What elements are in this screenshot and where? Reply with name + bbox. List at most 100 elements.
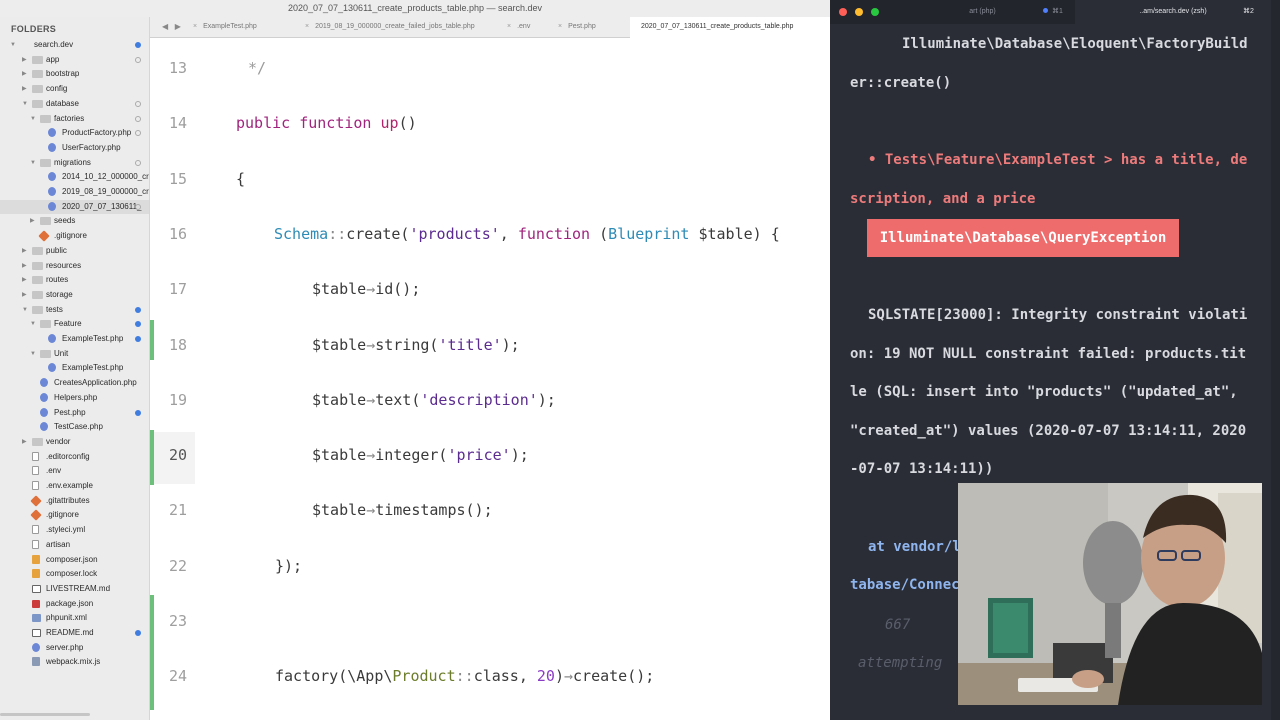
chevron-down-icon[interactable]: ▼ (30, 317, 36, 331)
sidebar-item[interactable]: ▼ tests (0, 303, 149, 317)
folder-icon (32, 276, 43, 285)
code-line[interactable]: $table→text('description'); (312, 391, 556, 409)
sidebar-item[interactable]: Helpers.php (0, 391, 149, 405)
sidebar-item[interactable]: ▼ Feature (0, 317, 149, 331)
sidebar-item[interactable]: ▼ database (0, 97, 149, 111)
close-tab-icon[interactable]: × (558, 23, 562, 30)
sidebar-item-label: LIVESTREAM.md (46, 583, 111, 593)
sidebar-item[interactable]: ▶ vendor (0, 435, 149, 449)
sidebar-item[interactable]: LIVESTREAM.md (0, 582, 149, 596)
status-ring-icon (135, 130, 141, 137)
sidebar-item[interactable]: 2014_10_12_000000_crea (0, 170, 149, 184)
minimize-icon[interactable] (855, 8, 863, 16)
sidebar-item[interactable]: ExampleTest.php (0, 332, 149, 346)
close-tab-icon[interactable]: × (193, 23, 197, 30)
sidebar-item[interactable]: server.php (0, 641, 149, 655)
sidebar-item[interactable]: ▶ storage (0, 288, 149, 302)
sidebar-item[interactable]: composer.lock (0, 567, 149, 581)
sidebar-item[interactable]: README.md (0, 626, 149, 640)
terminal-line: -07-07 13:14:11)) (850, 461, 994, 477)
sidebar-item[interactable]: ▼ Unit (0, 347, 149, 361)
editor-tab[interactable]: × 2019_08_19_000000_create_failed_jobs_ta… (305, 17, 505, 37)
sidebar-item[interactable]: 2019_08_19_000000_crea (0, 185, 149, 199)
sidebar-item-label: seeds (54, 216, 76, 226)
sidebar-item[interactable]: Pest.php (0, 406, 149, 420)
code-line[interactable]: { (236, 170, 245, 188)
close-tab-icon[interactable]: × (507, 23, 511, 30)
terminal-tab-2[interactable]: ..am/search.dev (zsh) (1075, 0, 1271, 24)
code-line[interactable]: $table→string('title'); (312, 336, 520, 354)
sidebar-item-label: factories (54, 113, 85, 123)
sidebar-item[interactable]: phpunit.xml (0, 611, 149, 625)
sidebar-item[interactable]: ▶ public (0, 244, 149, 258)
sidebar-item[interactable]: .gitignore (0, 229, 149, 243)
close-tab-icon[interactable]: × (305, 23, 309, 30)
chevron-down-icon[interactable]: ▼ (10, 38, 16, 52)
sidebar-item[interactable]: CreatesApplication.php (0, 376, 149, 390)
code-area[interactable]: */public function up(){Schema::create('p… (200, 37, 825, 720)
sidebar-item[interactable]: ExampleTest.php (0, 361, 149, 375)
chevron-down-icon[interactable]: ▼ (30, 112, 36, 126)
sidebar-item[interactable]: .gitattributes (0, 494, 149, 508)
sidebar-item[interactable]: ▼ search.dev (0, 38, 149, 52)
sidebar-item[interactable]: artisan (0, 538, 149, 552)
sidebar-item[interactable]: package.json (0, 597, 149, 611)
sidebar-item-label: Pest.php (54, 407, 86, 417)
code-line[interactable]: }); (275, 557, 302, 575)
sidebar-item[interactable]: ProductFactory.php (0, 126, 149, 140)
sidebar-item[interactable]: .env (0, 464, 149, 478)
sidebar-item[interactable]: webpack.mix.js (0, 655, 149, 669)
sidebar-item[interactable]: ▶ resources (0, 259, 149, 273)
sidebar-item[interactable]: .env.example (0, 479, 149, 493)
tab-nav-arrows[interactable]: ◀ ▶ (162, 17, 183, 37)
code-line[interactable]: $table→integer('price'); (312, 446, 529, 464)
close-icon[interactable] (839, 8, 847, 16)
code-line[interactable]: $table→id(); (312, 280, 420, 298)
sidebar-item[interactable]: .styleci.yml (0, 523, 149, 537)
chevron-down-icon[interactable]: ▼ (30, 347, 36, 361)
maximize-icon[interactable] (871, 8, 879, 16)
code-line[interactable]: $table→timestamps(); (312, 501, 493, 519)
sidebar-item[interactable]: UserFactory.php (0, 141, 149, 155)
code-line[interactable]: */ (248, 59, 266, 77)
sidebar-item[interactable]: ▶ bootstrap (0, 67, 149, 81)
chevron-right-icon[interactable]: ▶ (22, 273, 27, 287)
sidebar-item[interactable]: ▼ factories (0, 112, 149, 126)
chevron-right-icon[interactable]: ▶ (22, 259, 27, 273)
folder-icon (32, 437, 43, 446)
sidebar-item[interactable]: .editorconfig (0, 450, 149, 464)
editor-tab[interactable]: × .env (507, 17, 562, 37)
sidebar-item[interactable]: composer.json (0, 553, 149, 567)
chevron-down-icon[interactable]: ▼ (22, 303, 28, 317)
chevron-right-icon[interactable]: ▶ (22, 288, 27, 302)
sidebar-item[interactable]: ▶ config (0, 82, 149, 96)
exception-badge: Illuminate\Database\QueryException (867, 219, 1179, 257)
folder-icon (32, 85, 43, 94)
chevron-right-icon[interactable]: ▶ (22, 244, 27, 258)
sidebar-item[interactable]: TestCase.php (0, 420, 149, 434)
chevron-right-icon[interactable]: ▶ (30, 214, 35, 228)
sidebar-item[interactable]: ▶ app (0, 53, 149, 67)
chevron-down-icon[interactable]: ▼ (22, 97, 28, 111)
sidebar-item[interactable]: ▶ seeds (0, 214, 149, 228)
code-line[interactable]: public function up() (236, 114, 417, 132)
sidebar-item[interactable]: ▼ migrations (0, 156, 149, 170)
chevron-right-icon[interactable]: ▶ (22, 82, 27, 96)
editor-tab[interactable]: × ExampleTest.php (193, 17, 303, 37)
chevron-right-icon[interactable]: ▶ (22, 67, 27, 81)
editor-tab[interactable]: 2020_07_07_130611_create_products_table.… (630, 17, 841, 38)
sidebar-item[interactable]: 2020_07_07_130611_ (0, 199, 149, 214)
code-line[interactable]: factory(\App\Product::class, 20)→create(… (275, 667, 654, 685)
code-line[interactable]: Schema::create('products', function (Blu… (274, 225, 780, 243)
horizontal-scrollbar[interactable] (0, 713, 90, 716)
terminal-scrollbar[interactable] (1271, 0, 1280, 720)
sidebar-item[interactable]: ▶ routes (0, 273, 149, 287)
line-number: 22 (168, 556, 187, 575)
sidebar-item-label: TestCase.php (54, 422, 103, 432)
sidebar-item[interactable]: .gitignore (0, 508, 149, 522)
chevron-down-icon[interactable]: ▼ (30, 156, 36, 170)
chevron-right-icon[interactable]: ▶ (22, 53, 27, 67)
chevron-right-icon[interactable]: ▶ (22, 435, 27, 449)
editor-tab[interactable]: × Pest.php (558, 17, 630, 37)
sidebar-item-label: .styleci.yml (46, 525, 86, 535)
